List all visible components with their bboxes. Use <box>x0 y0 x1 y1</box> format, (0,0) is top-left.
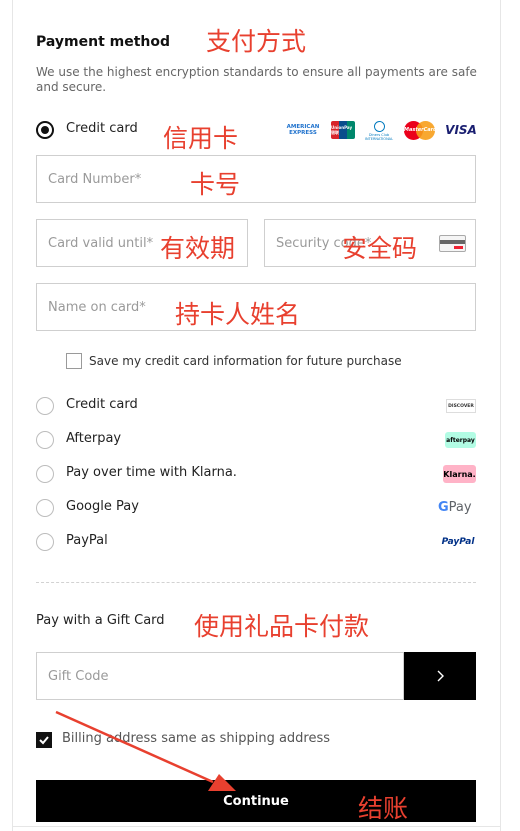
annotation-arrow-icon <box>55 710 236 791</box>
